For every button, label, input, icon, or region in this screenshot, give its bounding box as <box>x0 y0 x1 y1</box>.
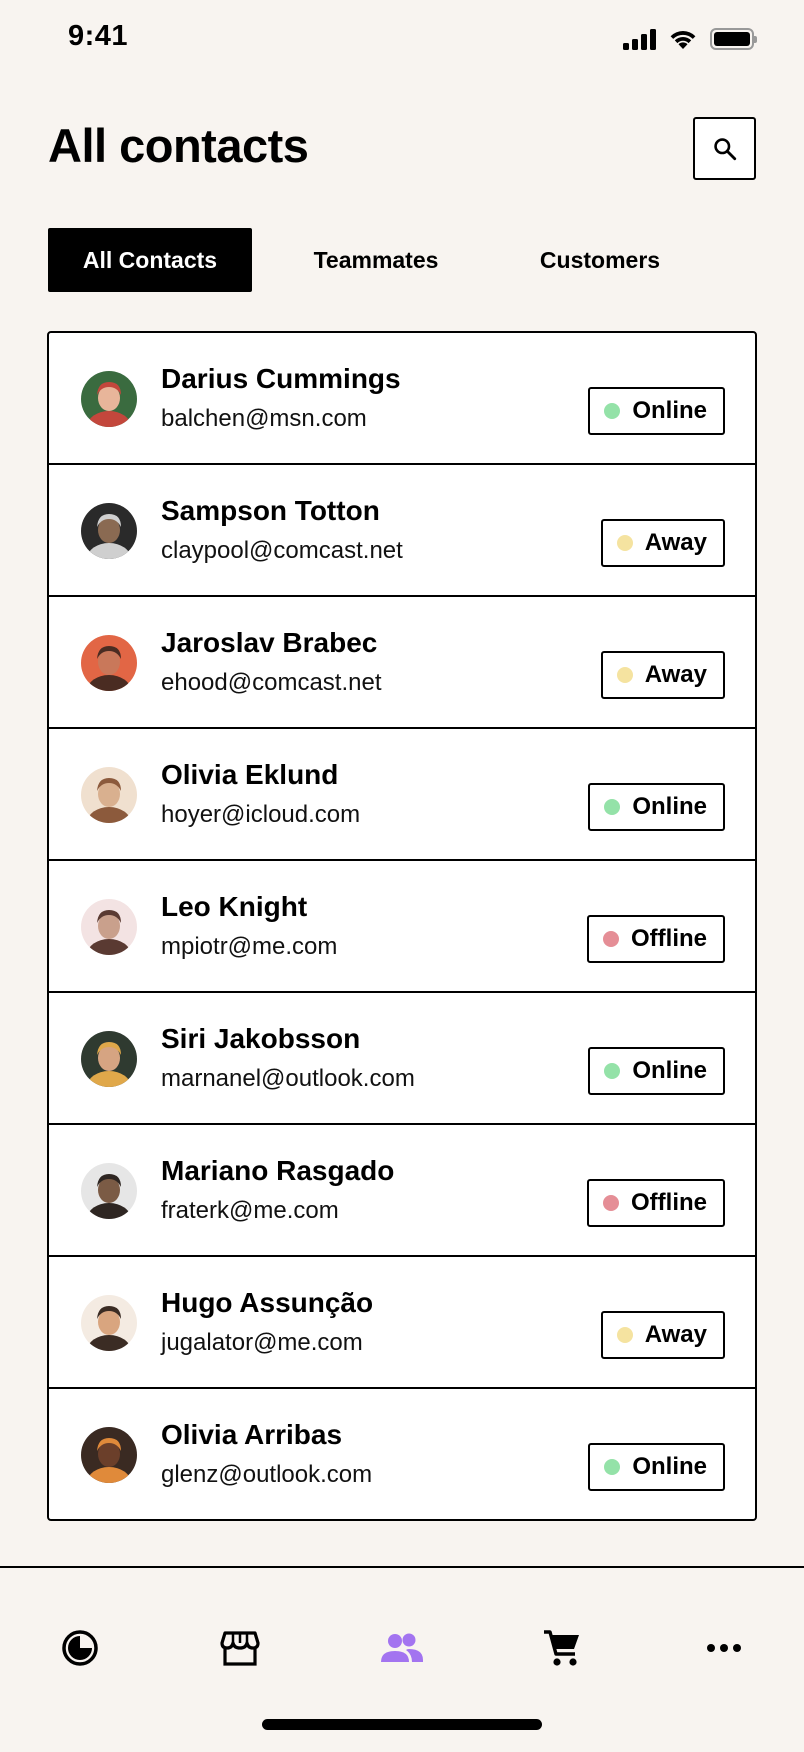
contact-list: Darius Cummings balchen@msn.com Online Samp… <box>47 331 757 1521</box>
status-time: 9:41 <box>68 20 129 52</box>
search-icon <box>713 137 736 160</box>
status-label: Away <box>644 661 707 688</box>
avatar <box>81 899 137 955</box>
status-dot-icon <box>603 1195 619 1211</box>
search-button[interactable] <box>693 117 756 180</box>
status-badge: Away <box>600 1311 725 1359</box>
battery-icon <box>710 28 757 50</box>
status-label: Online <box>632 397 707 424</box>
status-label: Away <box>644 1321 707 1348</box>
avatar <box>81 635 137 691</box>
status-badge: Online <box>588 1047 725 1095</box>
status-badge: Offline <box>587 1179 725 1227</box>
contact-row[interactable]: Siri Jakobsson marnanel@outlook.com Online <box>49 993 755 1125</box>
contact-name: Darius Cummings <box>161 363 401 394</box>
status-dot-icon <box>616 535 633 551</box>
status-label: Online <box>632 1057 707 1084</box>
contact-name: Olivia Eklund <box>161 759 339 790</box>
contact-name: Siri Jakobsson <box>161 1023 361 1054</box>
contact-email: jugalator@me.com <box>161 1329 363 1356</box>
status-dot-icon <box>604 1063 621 1079</box>
tabbar-cart[interactable] <box>540 1626 584 1670</box>
contact-email: mpiotr@me.com <box>161 933 338 960</box>
contact-name: Leo Knight <box>161 891 308 922</box>
status-badge: Offline <box>587 915 725 963</box>
status-badge: Online <box>588 387 725 435</box>
status-label: Online <box>632 1453 707 1480</box>
status-badge: Away <box>600 651 725 699</box>
avatar <box>81 371 137 427</box>
contact-email: marnanel@outlook.com <box>161 1065 415 1092</box>
contact-email: ehood@comcast.net <box>161 669 382 696</box>
contact-name: Sampson Totton <box>161 495 380 526</box>
tabbar-people[interactable] <box>380 1626 424 1670</box>
contact-name: Hugo Assunção <box>161 1287 374 1318</box>
avatar <box>81 503 137 559</box>
tab-all-contacts[interactable]: All Contacts <box>48 228 252 292</box>
tab-teammates[interactable]: Teammates <box>252 228 500 292</box>
page-title: All contacts <box>48 119 309 172</box>
activity-icon <box>62 1630 98 1666</box>
status-label: Away <box>644 529 707 556</box>
status-bar: 9:41 <box>0 0 804 72</box>
status-label: Online <box>632 793 707 820</box>
contact-row[interactable]: Darius Cummings balchen@msn.com Online <box>49 333 755 465</box>
cart-icon <box>544 1630 579 1666</box>
contact-filter-tabs: All Contacts Teammates Customers <box>48 228 700 292</box>
tab-customers[interactable]: Customers <box>500 228 700 292</box>
store-icon <box>220 1631 260 1666</box>
status-label: Offline <box>631 1189 707 1216</box>
contact-email: hoyer@icloud.com <box>161 801 361 828</box>
contact-email: fraterk@me.com <box>161 1197 339 1224</box>
avatar <box>81 1427 137 1483</box>
status-dot-icon <box>604 799 621 815</box>
wifi-icon <box>670 31 696 49</box>
tabbar-activity[interactable] <box>58 1626 102 1670</box>
status-dot-icon <box>616 1327 633 1343</box>
contact-name: Olivia Arribas <box>161 1419 343 1450</box>
status-icons <box>623 28 757 50</box>
status-badge: Online <box>588 1443 725 1491</box>
contact-row[interactable]: Mariano Rasgado fraterk@me.com Offline <box>49 1125 755 1257</box>
cellular-signal-icon <box>623 28 656 50</box>
contact-row[interactable]: Leo Knight mpiotr@me.com Offline <box>49 861 755 993</box>
contact-name: Jaroslav Brabec <box>161 627 378 658</box>
people-icon <box>381 1633 423 1662</box>
more-icon <box>707 1644 741 1652</box>
contact-row[interactable]: Jaroslav Brabec ehood@comcast.net Away <box>49 597 755 729</box>
avatar <box>81 1163 137 1219</box>
contact-row[interactable]: Olivia Arribas glenz@outlook.com Online <box>49 1389 755 1519</box>
status-dot-icon <box>604 403 621 419</box>
status-badge: Online <box>588 783 725 831</box>
avatar <box>81 767 137 823</box>
status-dot-icon <box>603 931 619 947</box>
tabbar-more[interactable] <box>702 1626 746 1670</box>
contact-name: Mariano Rasgado <box>161 1155 395 1186</box>
avatar <box>81 1031 137 1087</box>
contact-row[interactable]: Hugo Assunção jugalator@me.com Away <box>49 1257 755 1389</box>
status-dot-icon <box>604 1459 621 1475</box>
contact-email: claypool@comcast.net <box>161 537 403 564</box>
contact-row[interactable]: Sampson Totton claypool@comcast.net Away <box>49 465 755 597</box>
contact-row[interactable]: Olivia Eklund hoyer@icloud.com Online <box>49 729 755 861</box>
contact-email: balchen@msn.com <box>161 405 367 432</box>
status-label: Offline <box>631 925 707 952</box>
status-dot-icon <box>616 667 633 683</box>
contact-email: glenz@outlook.com <box>161 1461 373 1488</box>
status-badge: Away <box>600 519 725 567</box>
home-indicator <box>262 1719 542 1730</box>
tabbar-store[interactable] <box>218 1626 262 1670</box>
avatar <box>81 1295 137 1351</box>
